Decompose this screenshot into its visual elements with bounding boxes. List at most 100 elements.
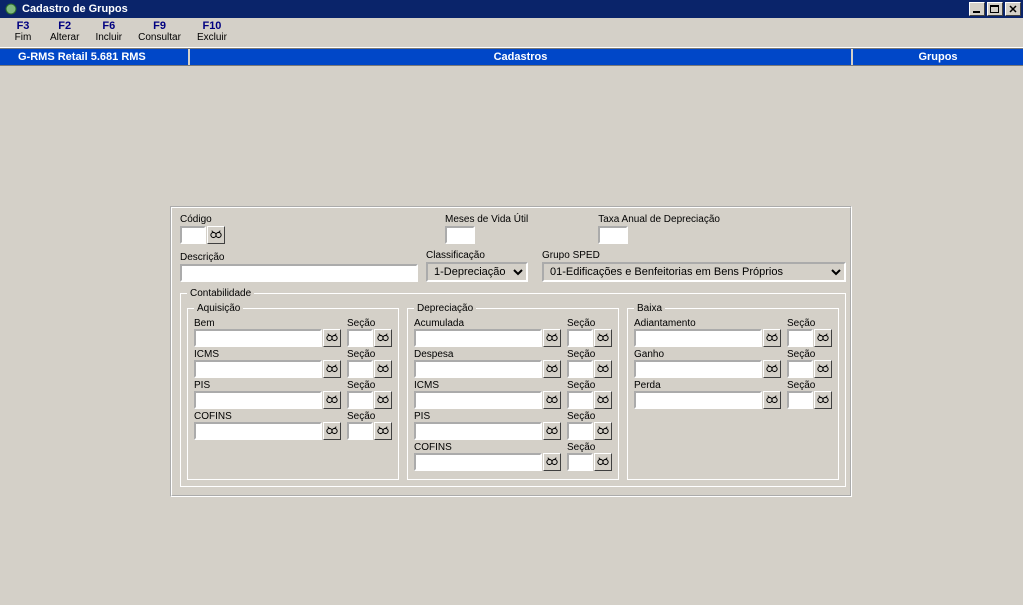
depreciacao-input[interactable] xyxy=(414,453,542,471)
field-codigo: Código xyxy=(180,214,225,244)
aquisicao-secao-input[interactable] xyxy=(347,391,373,409)
classificacao-label: Classificação xyxy=(426,250,528,261)
breadcrumb: G-RMS Retail 5.681 RMS Cadastros Grupos xyxy=(0,48,1023,66)
depreciacao-lookup-button[interactable] xyxy=(543,360,561,378)
baixa-secao-input[interactable] xyxy=(787,329,813,347)
descricao-input[interactable] xyxy=(180,264,418,282)
depreciacao-lookup-button[interactable] xyxy=(543,453,561,471)
menubar: F3 Fim F2 Alterar F6 Incluir F9 Consulta… xyxy=(0,18,1023,48)
menu-alterar[interactable]: F2 Alterar xyxy=(42,20,87,43)
aquisicao-input[interactable] xyxy=(194,360,322,378)
depreciacao-label: PIS xyxy=(414,411,561,422)
baixa-input[interactable] xyxy=(634,391,762,409)
depreciacao-input[interactable] xyxy=(414,422,542,440)
depreciacao-lookup-button[interactable] xyxy=(543,329,561,347)
codigo-label: Código xyxy=(180,214,225,225)
depreciacao-label: ICMS xyxy=(414,380,561,391)
aquisicao-input[interactable] xyxy=(194,391,322,409)
aquisicao-lookup-button[interactable] xyxy=(323,391,341,409)
gruposped-select[interactable]: 01-Edificações e Benfeitorias em Bens Pr… xyxy=(542,262,846,282)
depreciacao-input[interactable] xyxy=(414,391,542,409)
secao-label: Seção xyxy=(347,318,392,329)
secao-label: Seção xyxy=(567,318,612,329)
baixa-lookup-button[interactable] xyxy=(763,329,781,347)
depreciacao-secao-input[interactable] xyxy=(567,329,593,347)
depreciacao-secao-lookup-button[interactable] xyxy=(594,329,612,347)
aquisicao-secao-lookup-button[interactable] xyxy=(374,391,392,409)
baixa-input[interactable] xyxy=(634,329,762,347)
aquisicao-row: ICMS Seção xyxy=(194,349,392,378)
breadcrumb-page: Grupos xyxy=(853,49,1023,65)
depreciacao-input[interactable] xyxy=(414,329,542,347)
depreciacao-secao-lookup-button[interactable] xyxy=(594,360,612,378)
field-taxa: Taxa Anual de Depreciação xyxy=(598,214,720,244)
depreciacao-secao-input[interactable] xyxy=(567,453,593,471)
aquisicao-input[interactable] xyxy=(194,329,322,347)
depreciacao-label: Despesa xyxy=(414,349,561,360)
baixa-lookup-button[interactable] xyxy=(763,360,781,378)
aquisicao-row: PISSeção xyxy=(194,380,392,409)
menu-consultar[interactable]: F9 Consultar xyxy=(130,20,189,43)
secao-label: Seção xyxy=(787,318,832,329)
baixa-label: Ganho xyxy=(634,349,781,360)
breadcrumb-module: Cadastros xyxy=(190,49,853,65)
fieldset-aquisicao: Aquisição BemSeçãoICMSSeçãoPISSeçãoCOFIN… xyxy=(187,303,399,480)
aquisicao-row: COFINSSeção xyxy=(194,411,392,440)
baixa-secao-lookup-button[interactable] xyxy=(814,391,832,409)
baixa-lookup-button[interactable] xyxy=(763,391,781,409)
aquisicao-lookup-button[interactable] xyxy=(323,329,341,347)
baixa-secao-lookup-button[interactable] xyxy=(814,329,832,347)
depreciacao-lookup-button[interactable] xyxy=(543,391,561,409)
aquisicao-secao-lookup-button[interactable] xyxy=(374,360,392,378)
aquisicao-row: BemSeção xyxy=(194,318,392,347)
window-title: Cadastro de Grupos xyxy=(22,3,128,15)
baixa-secao-input[interactable] xyxy=(787,391,813,409)
taxa-label: Taxa Anual de Depreciação xyxy=(598,214,720,225)
baixa-secao-input[interactable] xyxy=(787,360,813,378)
field-gruposped: Grupo SPED 01-Edificações e Benfeitorias… xyxy=(542,250,846,282)
menu-excluir[interactable]: F10 Excluir xyxy=(189,20,235,43)
maximize-button[interactable] xyxy=(987,2,1003,16)
depreciacao-label: COFINS xyxy=(414,442,561,453)
meses-input[interactable] xyxy=(445,226,475,244)
meses-label: Meses de Vida Útil xyxy=(445,214,528,225)
depreciacao-secao-lookup-button[interactable] xyxy=(594,422,612,440)
secao-label: Seção xyxy=(567,411,612,422)
depreciacao-secao-lookup-button[interactable] xyxy=(594,453,612,471)
secao-label: Seção xyxy=(787,380,832,391)
aquisicao-secao-lookup-button[interactable] xyxy=(374,422,392,440)
aquisicao-secao-input[interactable] xyxy=(347,329,373,347)
codigo-lookup-button[interactable] xyxy=(207,226,225,244)
depreciacao-row: COFINSSeção xyxy=(414,442,612,471)
aquisicao-label: PIS xyxy=(194,380,341,391)
baixa-input[interactable] xyxy=(634,360,762,378)
secao-label: Seção xyxy=(347,349,392,360)
aquisicao-lookup-button[interactable] xyxy=(323,360,341,378)
depreciacao-row: ICMSSeção xyxy=(414,380,612,409)
classificacao-select[interactable]: 1-Depreciação xyxy=(426,262,528,282)
aquisicao-lookup-button[interactable] xyxy=(323,422,341,440)
aquisicao-secao-lookup-button[interactable] xyxy=(374,329,392,347)
depreciacao-secao-input[interactable] xyxy=(567,422,593,440)
descricao-label: Descrição xyxy=(180,252,418,263)
menu-incluir[interactable]: F6 Incluir xyxy=(87,20,130,43)
minimize-button[interactable] xyxy=(969,2,985,16)
baixa-row: GanhoSeção xyxy=(634,349,832,378)
aquisicao-label: ICMS xyxy=(194,349,341,360)
breadcrumb-app: G-RMS Retail 5.681 RMS xyxy=(0,49,190,65)
codigo-input[interactable] xyxy=(180,226,206,244)
depreciacao-secao-input[interactable] xyxy=(567,391,593,409)
aquisicao-secao-input[interactable] xyxy=(347,360,373,378)
depreciacao-secao-input[interactable] xyxy=(567,360,593,378)
depreciacao-input[interactable] xyxy=(414,360,542,378)
workarea: Código Meses de Vida Útil Taxa Anual de … xyxy=(0,66,1023,605)
aquisicao-input[interactable] xyxy=(194,422,322,440)
taxa-input[interactable] xyxy=(598,226,628,244)
aquisicao-secao-input[interactable] xyxy=(347,422,373,440)
menu-fim[interactable]: F3 Fim xyxy=(4,20,42,43)
depreciacao-lookup-button[interactable] xyxy=(543,422,561,440)
close-button[interactable] xyxy=(1005,2,1021,16)
depreciacao-label: Acumulada xyxy=(414,318,561,329)
depreciacao-secao-lookup-button[interactable] xyxy=(594,391,612,409)
baixa-secao-lookup-button[interactable] xyxy=(814,360,832,378)
